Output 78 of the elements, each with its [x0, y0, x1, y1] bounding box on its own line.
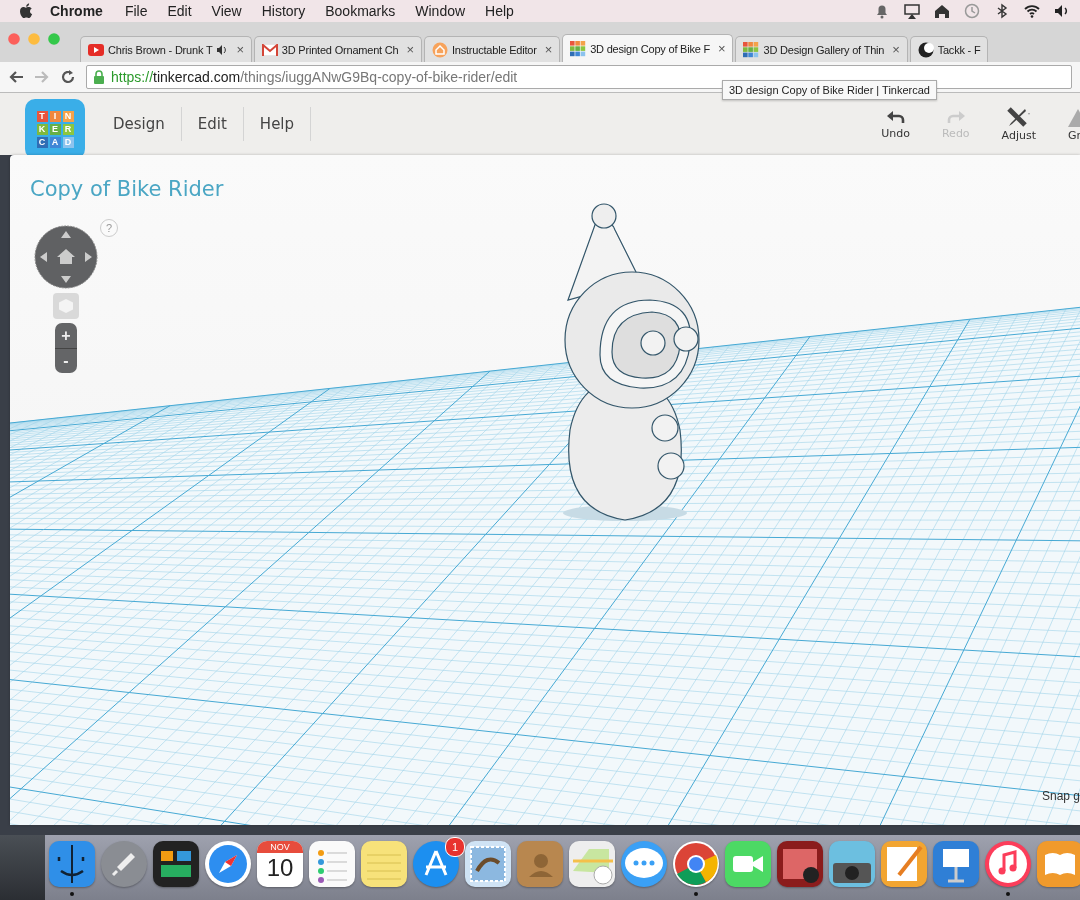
menu-item[interactable]: Bookmarks — [315, 3, 406, 19]
stamp-icon[interactable] — [465, 841, 511, 887]
camera-icon[interactable] — [829, 841, 875, 887]
podium-icon[interactable] — [933, 841, 979, 887]
smiling-face-icon[interactable] — [49, 841, 95, 887]
menu-item[interactable]: Help — [243, 107, 312, 141]
letter-a-icon[interactable] — [413, 841, 459, 887]
window-grid-icon[interactable] — [153, 841, 199, 887]
tab-close-button[interactable]: × — [892, 42, 900, 57]
checklist-icon[interactable] — [309, 841, 355, 887]
speaker-icon[interactable] — [1054, 3, 1070, 19]
notification-badge: 1 — [445, 837, 465, 857]
cube-icon — [59, 299, 73, 313]
reload-icon[interactable] — [60, 69, 76, 85]
toolbar-button[interactable]: Undo — [881, 108, 910, 140]
open-book-icon[interactable] — [1037, 841, 1080, 887]
back-arrow-icon[interactable] — [8, 70, 24, 84]
house-icon — [431, 41, 448, 58]
menu-item[interactable]: Help — [475, 3, 524, 19]
browser-tab[interactable]: 3D design Copy of Bike F × — [562, 34, 734, 62]
calendar-day: 10 — [266, 853, 294, 883]
tab-close-button[interactable]: × — [406, 42, 414, 57]
menu-item[interactable]: Window — [405, 3, 476, 19]
tab-close-button[interactable]: × — [236, 42, 244, 57]
speech-bubble-icon[interactable] — [621, 841, 667, 887]
tooltip: 3D design Copy of Bike Rider | Tinkercad — [722, 80, 937, 100]
house-icon[interactable] — [934, 3, 950, 19]
view-navigation-control[interactable] — [34, 225, 98, 289]
tab-title: Tackk - F — [937, 43, 981, 56]
monitor-icon[interactable] — [904, 3, 920, 19]
tab-close-button[interactable]: × — [544, 42, 553, 57]
menu-item[interactable]: Design — [97, 107, 182, 141]
snap-grid-label: Snap g — [1041, 789, 1080, 803]
tricolor-circle-icon[interactable] — [673, 841, 719, 887]
browser-tab[interactable]: 3D Design Gallery of Thin × — [735, 36, 908, 62]
design-title: Copy of Bike Rider — [30, 177, 224, 201]
app-menu[interactable]: Chrome — [34, 3, 115, 19]
browser-tab[interactable]: Chris Brown - Drunk T × — [80, 36, 252, 62]
apple-icon[interactable] — [20, 3, 34, 19]
wifi-icon[interactable] — [1024, 3, 1040, 19]
color-grid-icon — [570, 40, 587, 57]
video-play-icon — [88, 43, 104, 56]
compass-icon[interactable] — [205, 841, 251, 887]
zoom-out-button[interactable]: - — [55, 348, 77, 373]
menu-item[interactable]: File — [114, 3, 158, 19]
map-icon[interactable] — [569, 841, 615, 887]
tab-title: 3D Printed Ornament Ch — [281, 43, 399, 56]
undo-icon — [886, 108, 905, 125]
zoom-in-button[interactable]: + — [55, 323, 77, 348]
lock-icon — [93, 70, 105, 84]
desktop-photo-placeholder — [0, 835, 45, 900]
clock-icon[interactable] — [964, 3, 980, 19]
toolbar-button[interactable]: Adjust — [1001, 106, 1036, 142]
pen-paper-icon[interactable] — [881, 841, 927, 887]
tab-close-button[interactable]: × — [718, 41, 726, 56]
browser-tab[interactable]: 3D Printed Ornament Ch × — [253, 36, 422, 62]
color-grid-icon — [743, 41, 760, 58]
url-text: https://tinkercad.com/things/iuggANwG9Bq-copy-of-bike-rider/edit — [111, 69, 518, 85]
notepad-icon[interactable] — [361, 841, 407, 887]
ruler-pencil-icon — [1005, 106, 1032, 127]
calendar-month: NOV — [257, 841, 303, 853]
redo-icon — [946, 108, 965, 125]
video-camera-icon[interactable] — [725, 841, 771, 887]
calendar-icon[interactable]: NOV 10 — [257, 841, 303, 887]
tab-title: Instructable Editor — [451, 43, 537, 56]
music-note-icon[interactable] — [985, 841, 1031, 887]
browser-tab[interactable]: Instructable Editor × — [423, 36, 561, 62]
menu-item[interactable]: View — [201, 3, 252, 19]
menu-item[interactable]: History — [251, 3, 316, 19]
envelope-icon — [261, 43, 278, 56]
bell-icon[interactable] — [874, 3, 890, 19]
crescent-icon — [917, 41, 934, 58]
tab-title: Chris Brown - Drunk T — [108, 43, 213, 56]
tab-title: 3D Design Gallery of Thin — [763, 43, 885, 56]
menu-item[interactable]: Edit — [181, 107, 244, 141]
menu-item[interactable]: Edit — [157, 3, 202, 19]
tab-title: 3D design Copy of Bike F — [590, 42, 711, 55]
browser-tab[interactable]: Tackk - F — [909, 36, 989, 62]
